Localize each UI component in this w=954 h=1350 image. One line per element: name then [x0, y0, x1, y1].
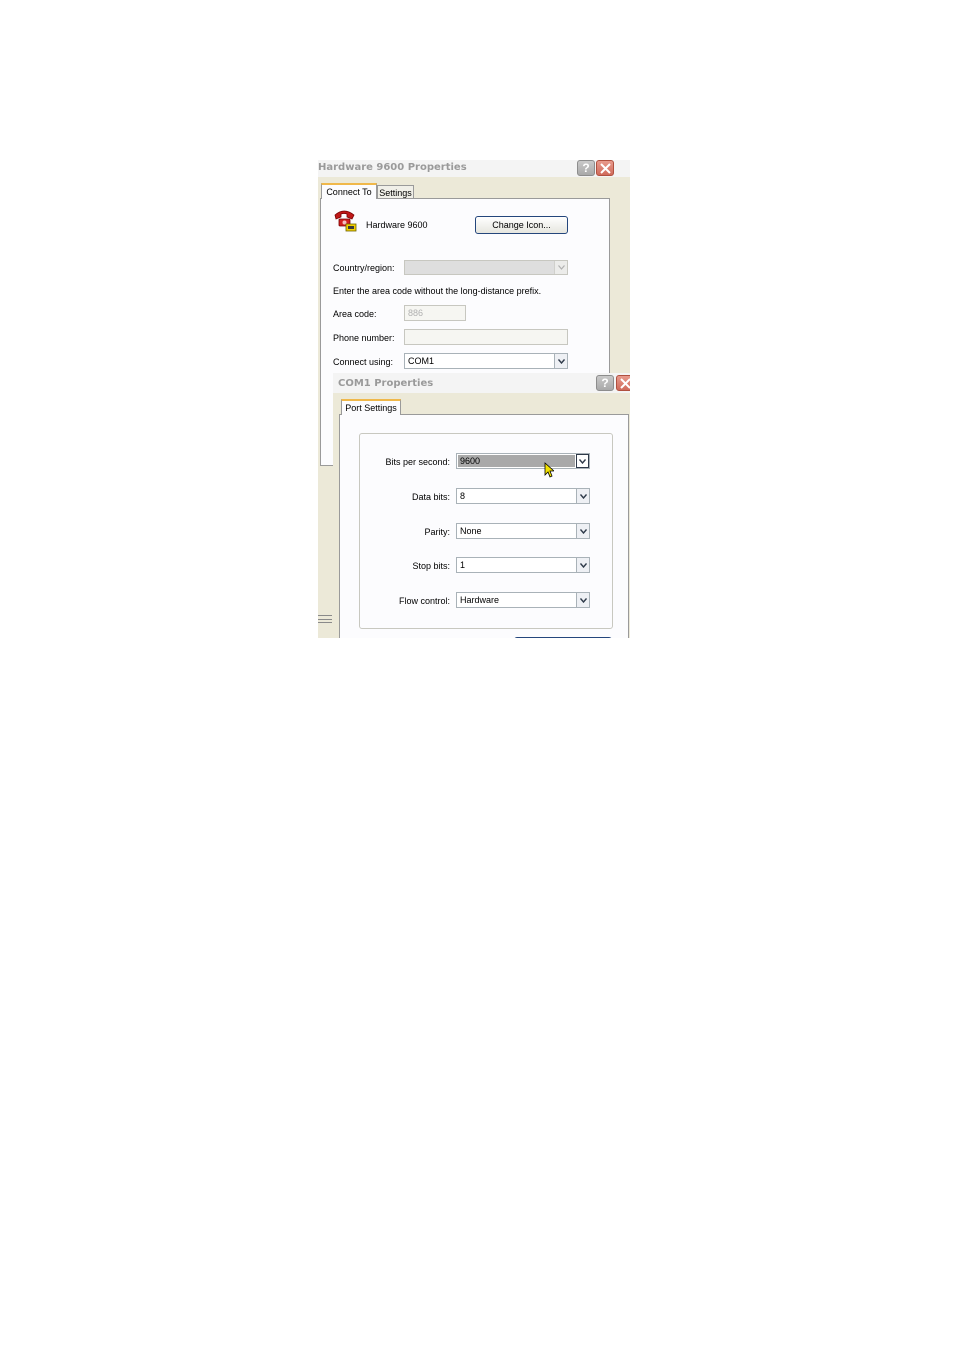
help-button[interactable]: ?: [577, 160, 595, 176]
port-settings-panel: Bits per second: 9600 Data bits: 8 Parit…: [339, 414, 629, 638]
flow-control-value: Hardware: [460, 595, 500, 605]
dialog-title: COM1 Properties: [338, 378, 434, 389]
close-icon: [619, 377, 630, 389]
flow-control-select[interactable]: Hardware: [456, 592, 590, 608]
help-icon: ?: [601, 376, 609, 390]
divider-line: [318, 615, 332, 616]
dropdown-button[interactable]: [576, 593, 589, 607]
stop-bits-select[interactable]: 1: [456, 557, 590, 573]
chevron-down-icon: [579, 458, 586, 464]
dropdown-button[interactable]: [576, 524, 589, 538]
title-bar[interactable]: COM1 Properties ?: [333, 373, 630, 393]
parity-value: None: [460, 526, 482, 536]
title-bar[interactable]: Hardware 9600 Properties ?: [318, 160, 630, 177]
mouse-cursor-icon: [544, 462, 554, 478]
bits-per-second-label: Bits per second:: [385, 457, 450, 467]
restore-defaults-button[interactable]: [514, 637, 612, 638]
tab-label: Settings: [379, 187, 412, 198]
bits-per-second-value: 9600: [460, 456, 481, 466]
tab-port-settings[interactable]: Port Settings: [341, 399, 401, 415]
flow-control-label: Flow control:: [398, 596, 450, 606]
connection-name: Hardware 9600: [366, 220, 428, 230]
tab-settings[interactable]: Settings: [377, 185, 414, 199]
phone-icon: [334, 210, 357, 232]
connect-using-select[interactable]: COM1: [404, 353, 568, 369]
dropdown-button[interactable]: [576, 454, 589, 468]
area-code-label: Area code:: [333, 309, 377, 319]
button-label: Change Icon...: [492, 220, 551, 230]
tab-connect-to[interactable]: Connect To: [321, 183, 377, 199]
close-button[interactable]: [616, 375, 630, 391]
phone-number-label: Phone number:: [333, 333, 395, 343]
data-bits-select[interactable]: 8: [456, 488, 590, 504]
divider-line: [318, 619, 332, 620]
chevron-down-icon: [579, 597, 587, 603]
close-button[interactable]: [596, 160, 614, 176]
help-icon: ?: [582, 161, 590, 175]
area-code-input[interactable]: 886: [404, 305, 466, 321]
parity-select[interactable]: None: [456, 523, 590, 539]
chevron-down-icon: [557, 358, 565, 364]
phone-number-input[interactable]: [404, 329, 568, 345]
help-button[interactable]: ?: [596, 375, 614, 391]
chevron-down-icon: [579, 562, 587, 568]
area-code-value: 886: [408, 308, 424, 318]
tab-label: Port Settings: [345, 403, 397, 413]
close-icon: [599, 162, 611, 174]
chevron-down-icon: [579, 493, 587, 499]
divider-line: [318, 622, 332, 623]
country-region-select[interactable]: [404, 260, 568, 275]
dialog-title: Hardware 9600 Properties: [318, 162, 467, 173]
country-region-label: Country/region:: [333, 263, 395, 273]
dropdown-button[interactable]: [576, 489, 589, 503]
chevron-down-icon: [579, 528, 587, 534]
data-bits-label: Data bits:: [411, 492, 450, 502]
dropdown-button[interactable]: [576, 558, 589, 572]
tab-label: Connect To: [326, 187, 372, 197]
parity-label: Parity:: [424, 527, 450, 537]
data-bits-value: 8: [460, 491, 466, 501]
bits-per-second-select[interactable]: 9600: [456, 453, 590, 469]
chevron-down-icon: [557, 265, 565, 270]
connect-using-label: Connect using:: [333, 357, 394, 367]
connect-using-value: COM1: [408, 356, 435, 366]
port-properties-dialog: COM1 Properties ? Port Settings Bits per…: [333, 373, 630, 638]
dropdown-button[interactable]: [554, 261, 567, 274]
change-icon-button[interactable]: Change Icon...: [475, 216, 568, 234]
area-code-hint: Enter the area code without the long-dis…: [333, 286, 542, 296]
dropdown-button[interactable]: [554, 354, 567, 368]
stop-bits-value: 1: [460, 560, 466, 570]
stop-bits-label: Stop bits:: [412, 561, 450, 571]
